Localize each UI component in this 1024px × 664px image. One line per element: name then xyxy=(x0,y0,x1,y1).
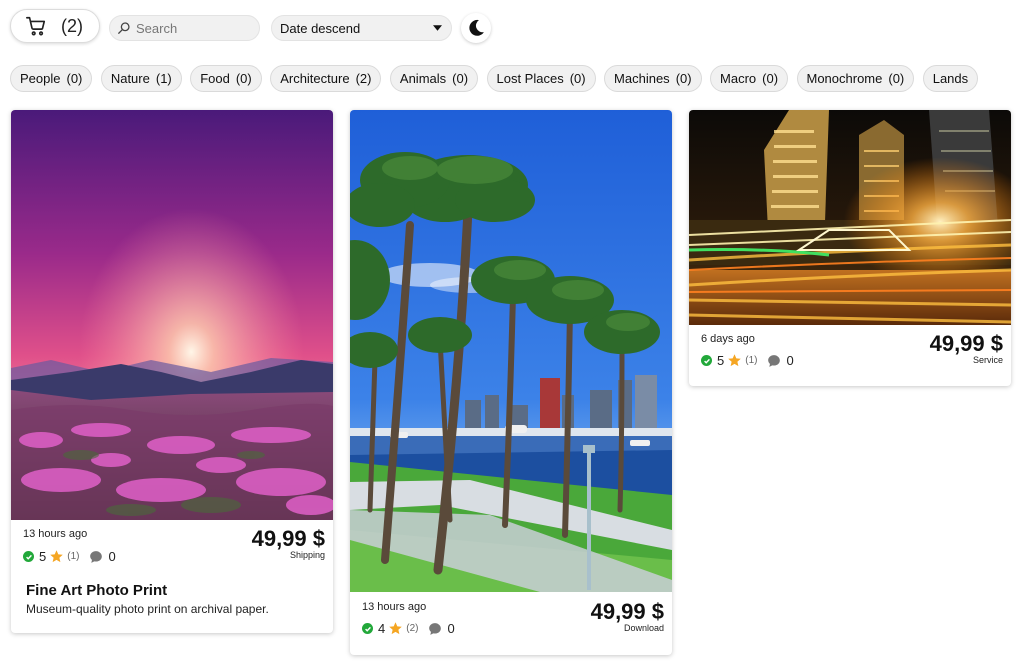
star-icon xyxy=(389,622,402,635)
rating-value: 5 xyxy=(39,549,47,564)
comment-icon xyxy=(768,354,781,367)
chip-count: (0) xyxy=(675,71,692,86)
price: 49,99 $ xyxy=(251,526,325,551)
product-card[interactable]: 13 hours ago 49,99 $ Download 4 (2) 0 xyxy=(350,110,672,655)
product-image-sunset[interactable] xyxy=(11,110,333,520)
card-stats: 5 (1) 0 xyxy=(701,353,794,368)
product-image-city-night[interactable] xyxy=(689,110,1011,325)
category-chip-food[interactable]: Food (0) xyxy=(190,65,262,92)
category-chip-landscape[interactable]: Lands xyxy=(922,65,979,92)
star-icon xyxy=(728,354,741,367)
chip-count: (0) xyxy=(66,71,83,86)
product-description: Museum-quality photo print on archival p… xyxy=(26,602,269,616)
comment-icon xyxy=(90,550,103,563)
category-chip-people[interactable]: People (0) xyxy=(10,65,93,92)
rating-count: (2) xyxy=(406,623,419,634)
card-stats: 5 (1) 0 xyxy=(23,549,116,564)
chip-count: (0) xyxy=(762,71,779,86)
product-title: Fine Art Photo Print xyxy=(26,582,168,599)
category-chip-architecture[interactable]: Architecture (2) xyxy=(270,65,382,92)
rating-count: (1) xyxy=(67,551,80,562)
chip-count: (0) xyxy=(888,71,905,86)
comment-count: 0 xyxy=(786,353,794,368)
search-icon xyxy=(118,22,130,34)
chip-label: Monochrome xyxy=(806,71,883,86)
cart-icon xyxy=(26,16,46,36)
verified-check-icon xyxy=(701,355,712,366)
star-icon xyxy=(50,550,63,563)
verified-check-icon xyxy=(362,623,373,634)
category-chip-monochrome[interactable]: Monochrome (0) xyxy=(796,65,915,92)
chip-label: Lost Places xyxy=(496,71,564,86)
chevron-down-icon xyxy=(433,25,442,31)
sort-select-value: Date descend xyxy=(280,20,361,36)
category-chip-nature[interactable]: Nature (1) xyxy=(100,65,182,92)
rating-count: (1) xyxy=(745,355,758,366)
chip-label: Architecture xyxy=(280,71,350,86)
chip-label: Machines xyxy=(614,71,670,86)
product-type: Service xyxy=(972,355,1003,365)
product-card[interactable]: 6 days ago 49,99 $ Service 5 (1) 0 xyxy=(689,110,1011,386)
chip-label: Animals xyxy=(399,71,447,86)
comment-icon xyxy=(429,622,442,635)
comment-count: 0 xyxy=(447,621,455,636)
search-box[interactable] xyxy=(109,15,260,41)
verified-check-icon xyxy=(23,551,34,562)
category-chip-machines[interactable]: Machines (0) xyxy=(604,65,702,92)
chip-count: (0) xyxy=(569,71,586,86)
dark-mode-toggle[interactable] xyxy=(461,13,491,43)
posted-time: 13 hours ago xyxy=(23,528,88,540)
chip-label: People xyxy=(20,71,61,86)
search-input[interactable] xyxy=(136,20,256,36)
chip-count: (0) xyxy=(235,71,252,86)
rating-value: 4 xyxy=(378,621,386,636)
comment-count: 0 xyxy=(108,549,116,564)
price: 49,99 $ xyxy=(590,599,664,624)
chip-label: Macro xyxy=(720,71,757,86)
posted-time: 6 days ago xyxy=(701,333,755,345)
price: 49,99 $ xyxy=(929,331,1003,356)
cart-count: (2) xyxy=(61,15,83,36)
sort-select[interactable]: Date descend xyxy=(271,15,452,41)
card-stats: 4 (2) 0 xyxy=(362,621,455,636)
rating-value: 5 xyxy=(717,353,725,368)
product-type: Shipping xyxy=(289,550,325,560)
category-chip-lost-places[interactable]: Lost Places (0) xyxy=(486,65,596,92)
posted-time: 13 hours ago xyxy=(362,601,427,613)
category-chip-macro[interactable]: Macro (0) xyxy=(710,65,789,92)
cart-button[interactable]: (2) xyxy=(10,9,100,43)
chip-label: Lands xyxy=(932,71,969,86)
product-card[interactable]: 13 hours ago 49,99 $ Shipping 5 (1) 0 Fi… xyxy=(11,110,333,633)
category-chip-animals[interactable]: Animals (0) xyxy=(389,65,479,92)
product-image-palm-trees[interactable] xyxy=(350,110,672,592)
moon-icon xyxy=(469,19,484,36)
chip-count: (1) xyxy=(155,71,172,86)
category-filter-bar: People (0) Nature (1) Food (0) Architecture… xyxy=(10,65,1024,92)
chip-label: Nature xyxy=(110,71,150,86)
product-type: Download xyxy=(623,623,664,633)
chip-count: (0) xyxy=(452,71,469,86)
chip-count: (2) xyxy=(355,71,372,86)
chip-label: Food xyxy=(200,71,230,86)
